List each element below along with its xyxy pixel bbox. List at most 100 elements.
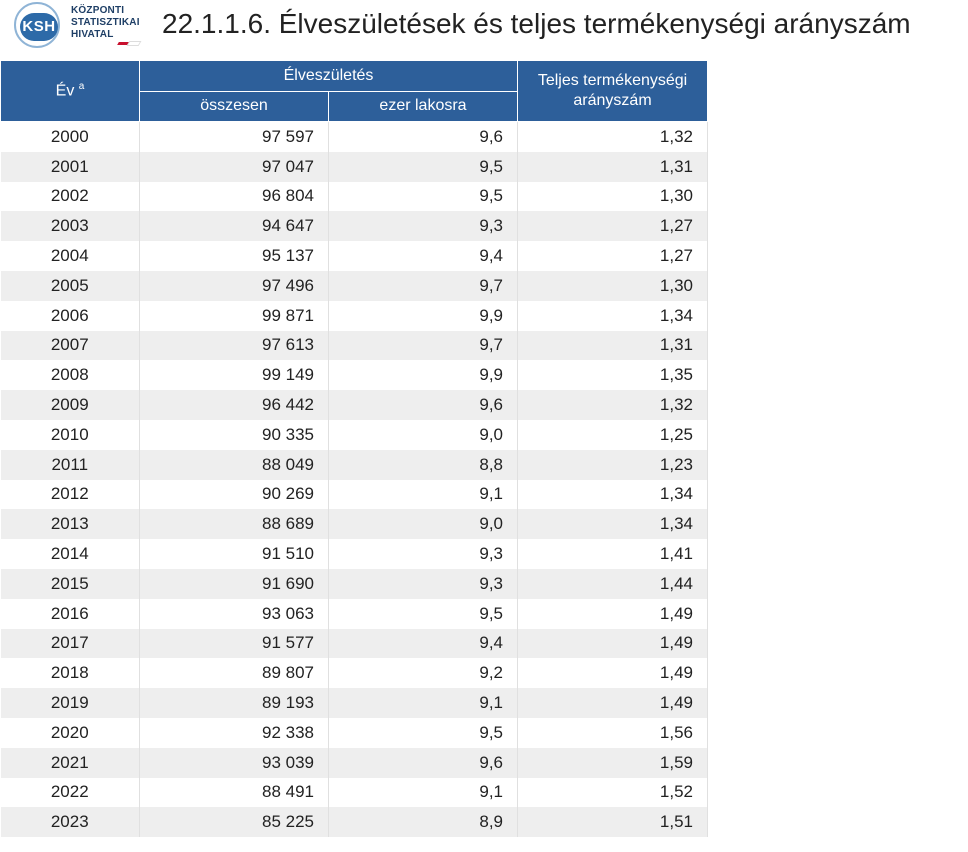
cell-live-births-total: 95 137: [139, 241, 329, 271]
table-row: 2006 99 871 9,9 1,34: [0, 300, 709, 331]
cell-total-fertility-rate: 1,23: [517, 449, 709, 480]
header-tfr-line-2: arányszám: [573, 92, 652, 109]
cell-live-births-per-thousand: 9,5: [328, 181, 519, 212]
cell-year: 2018: [0, 658, 140, 689]
cell-live-births-total: 99 871: [139, 300, 329, 331]
cell-live-births-total: 93 063: [139, 598, 329, 629]
logo-line-2: STATISZTIKAI: [71, 17, 140, 28]
cell-live-births-total: 97 613: [139, 330, 329, 361]
cell-live-births-per-thousand: 9,0: [328, 419, 519, 450]
cell-year: 2013: [0, 509, 140, 540]
ksh-logo[interactable]: KSH KÖZPONTI STATISZTIKAI HIVATAL: [14, 2, 144, 63]
cell-live-births-total: 91 690: [139, 568, 329, 599]
cell-live-births-total: 97 597: [139, 121, 329, 152]
table-row: 2010 90 335 9,0 1,25: [0, 419, 709, 450]
cell-total-fertility-rate: 1,52: [517, 777, 709, 808]
cell-live-births-per-thousand: 9,6: [328, 747, 519, 778]
table-row: 2002 96 804 9,5 1,30: [0, 181, 709, 212]
header-year-footnote: a: [78, 81, 85, 93]
cell-live-births-per-thousand: 9,3: [328, 211, 519, 242]
cell-live-births-total: 88 689: [139, 509, 329, 540]
cell-total-fertility-rate: 1,59: [517, 747, 709, 778]
header-year: Év a: [0, 60, 140, 122]
cell-total-fertility-rate: 1,44: [517, 568, 709, 599]
cell-live-births-per-thousand: 9,1: [328, 688, 519, 718]
logo-line-1: KÖZPONTI: [71, 5, 125, 16]
header-tfr-line-1: Teljes termékenységi: [537, 72, 688, 89]
header-total-fertility-rate: Teljes termékenységi arányszám: [517, 60, 709, 122]
cell-live-births-per-thousand: 8,8: [328, 449, 519, 480]
cell-total-fertility-rate: 1,27: [517, 211, 709, 242]
cell-total-fertility-rate: 1,32: [517, 121, 709, 152]
cell-year: 2003: [0, 211, 140, 242]
cell-total-fertility-rate: 1,32: [517, 390, 709, 420]
cell-year: 2004: [0, 241, 140, 271]
cell-live-births-per-thousand: 9,5: [328, 151, 519, 182]
table-row: 2009 96 442 9,6 1,32: [0, 390, 709, 420]
cell-year: 2005: [0, 270, 140, 301]
table-row: 2012 90 269 9,1 1,34: [0, 479, 709, 510]
page-title: 22.1.1.6. Élveszületések és teljes termé…: [162, 8, 911, 39]
cell-total-fertility-rate: 1,49: [517, 628, 709, 659]
cell-live-births-total: 91 510: [139, 539, 329, 569]
cell-live-births-total: 92 338: [139, 717, 329, 748]
cell-year: 2021: [0, 747, 140, 778]
cell-live-births-total: 91 577: [139, 628, 329, 659]
table-row: 2011 88 049 8,8 1,23: [0, 449, 709, 480]
cell-live-births-total: 97 496: [139, 270, 329, 301]
cell-live-births-total: 90 269: [139, 479, 329, 510]
cell-live-births-per-thousand: 9,5: [328, 598, 519, 629]
table-row: 2019 89 193 9,1 1,49: [0, 688, 709, 718]
table-row: 2022 88 491 9,1 1,52: [0, 777, 709, 808]
table-row: 2020 92 338 9,5 1,56: [0, 717, 709, 748]
table-row: 2018 89 807 9,2 1,49: [0, 658, 709, 689]
cell-live-births-per-thousand: 9,9: [328, 300, 519, 331]
header-live-births: Élveszületés: [138, 60, 519, 92]
cell-total-fertility-rate: 1,30: [517, 270, 709, 301]
cell-total-fertility-rate: 1,49: [517, 598, 709, 629]
cell-live-births-per-thousand: 9,9: [328, 360, 519, 391]
cell-live-births-per-thousand: 9,3: [328, 539, 519, 569]
cell-live-births-total: 85 225: [139, 807, 329, 838]
table-row: 2015 91 690 9,3 1,44: [0, 568, 709, 599]
table-row: 2016 93 063 9,5 1,49: [0, 598, 709, 629]
cell-live-births-total: 94 647: [139, 211, 329, 242]
cell-live-births-per-thousand: 9,1: [328, 777, 519, 808]
table-row: 2000 97 597 9,6 1,32: [0, 121, 709, 152]
table-header: Év a Élveszületés Teljes termékenységi a…: [0, 60, 709, 122]
cell-live-births-per-thousand: 9,5: [328, 717, 519, 748]
header-total: összesen: [139, 90, 329, 122]
cell-year: 2012: [0, 479, 140, 510]
header-per-thousand: ezer lakosra: [327, 90, 519, 122]
cell-year: 2011: [0, 449, 140, 480]
cell-live-births-total: 89 193: [139, 688, 329, 718]
table-row: 2021 93 039 9,6 1,59: [0, 747, 709, 778]
cell-live-births-total: 99 149: [139, 360, 329, 391]
table-row: 2005 97 496 9,7 1,30: [0, 270, 709, 301]
logo-badge: KSH: [20, 13, 58, 41]
cell-year: 2009: [0, 390, 140, 420]
cell-year: 2019: [0, 688, 140, 718]
cell-year: 2014: [0, 539, 140, 569]
cell-live-births-per-thousand: 9,2: [328, 658, 519, 689]
cell-total-fertility-rate: 1,34: [517, 300, 709, 331]
cell-live-births-per-thousand: 9,0: [328, 509, 519, 540]
header-year-label: Év: [55, 82, 75, 100]
cell-live-births-total: 88 049: [139, 449, 329, 480]
table-body: 2000 97 597 9,6 1,32 2001 97 047 9,5 1,31 2002 96…: [0, 121, 709, 838]
cell-live-births-total: 93 039: [139, 747, 329, 778]
flag-stripe-white: [126, 41, 142, 46]
cell-live-births-per-thousand: 9,6: [328, 121, 519, 152]
table-row: 2017 91 577 9,4 1,49: [0, 628, 709, 659]
cell-live-births-total: 97 047: [139, 151, 329, 182]
table-row: 2004 95 137 9,4 1,27: [0, 241, 709, 271]
cell-year: 2022: [0, 777, 140, 808]
cell-live-births-total: 88 491: [139, 777, 329, 808]
flag-stripes: [117, 32, 150, 63]
cell-total-fertility-rate: 1,27: [517, 241, 709, 271]
cell-total-fertility-rate: 1,30: [517, 181, 709, 212]
cell-live-births-per-thousand: 9,7: [328, 270, 519, 301]
logo-emblem: KSH: [14, 2, 60, 48]
cell-live-births-per-thousand: 9,7: [328, 330, 519, 361]
table-row: 2023 85 225 8,9 1,51: [0, 807, 709, 838]
